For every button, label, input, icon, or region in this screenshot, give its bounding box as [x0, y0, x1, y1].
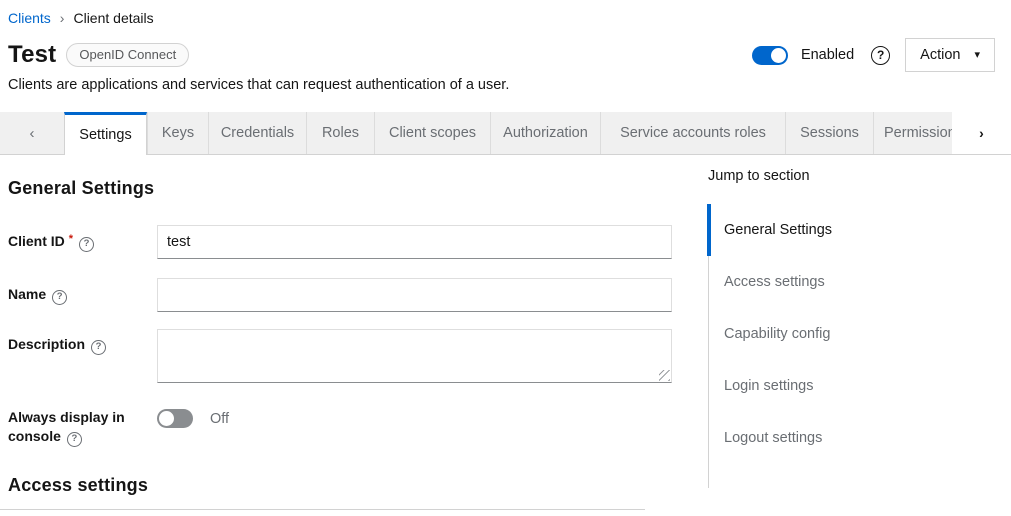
name-label: Name?	[8, 285, 157, 305]
always-display-state-label: Off	[210, 411, 229, 427]
jump-link-general-settings[interactable]: General Settings	[707, 204, 968, 256]
client-description-text: Clients are applications and services th…	[0, 77, 1011, 93]
breadcrumb-current: Client details	[73, 10, 153, 26]
client-id-label-text: Client ID	[8, 233, 65, 249]
breadcrumb-link-clients[interactable]: Clients	[8, 10, 51, 26]
enabled-toggle[interactable]	[752, 46, 788, 65]
toggle-knob	[159, 411, 174, 426]
jump-to-section-title: Jump to section	[708, 168, 968, 184]
jump-links-list: General Settings Access settings Capabil…	[708, 204, 968, 488]
name-input[interactable]	[157, 278, 672, 312]
protocol-badge: OpenID Connect	[66, 43, 189, 67]
description-row: Description?	[8, 329, 672, 383]
tab-client-scopes[interactable]: Client scopes	[374, 112, 490, 154]
client-tabs: ‹ Settings Keys Credentials Roles Client…	[0, 112, 1011, 155]
tab-sessions[interactable]: Sessions	[785, 112, 873, 154]
always-display-label: Always display in console?	[8, 408, 130, 447]
client-id-input[interactable]	[157, 225, 672, 259]
chevron-left-icon: ‹	[30, 125, 35, 142]
help-icon[interactable]: ?	[871, 46, 890, 65]
tab-permissions[interactable]: Permissions	[873, 112, 952, 154]
jump-link-capability-config[interactable]: Capability config	[709, 308, 968, 360]
description-help-icon[interactable]: ?	[91, 340, 106, 355]
section-divider	[0, 509, 645, 510]
always-display-toggle[interactable]	[157, 409, 193, 428]
tab-credentials[interactable]: Credentials	[208, 112, 306, 154]
always-display-row: Always display in console? Off	[8, 408, 672, 447]
action-dropdown-label: Action	[920, 47, 960, 63]
name-help-icon[interactable]: ?	[52, 290, 67, 305]
description-label: Description?	[8, 329, 157, 355]
general-settings-heading: General Settings	[8, 178, 672, 199]
tabs-scroll-left-button[interactable]: ‹	[0, 112, 64, 154]
caret-down-icon: ▾	[974, 50, 980, 61]
jump-link-logout-settings[interactable]: Logout settings	[709, 412, 968, 464]
jump-link-login-settings[interactable]: Login settings	[709, 360, 968, 412]
chevron-right-icon: ›	[979, 125, 984, 141]
tab-settings[interactable]: Settings	[64, 112, 147, 155]
page-title: Test	[8, 41, 56, 69]
client-id-help-icon[interactable]: ?	[79, 237, 94, 252]
settings-form: General Settings Client ID *? Name? Descr…	[0, 155, 672, 510]
breadcrumb: Clients › Client details	[0, 0, 1011, 26]
tab-roles[interactable]: Roles	[306, 112, 374, 154]
action-dropdown-button[interactable]: Action ▾	[905, 38, 995, 72]
jump-link-access-settings[interactable]: Access settings	[709, 256, 968, 308]
description-textarea[interactable]	[157, 329, 672, 383]
description-label-text: Description	[8, 336, 85, 352]
always-display-help-icon[interactable]: ?	[67, 432, 82, 447]
textarea-resize-handle[interactable]	[659, 370, 670, 381]
tabs-scroll-right-button[interactable]: ›	[952, 112, 1011, 154]
name-label-text: Name	[8, 286, 46, 302]
tab-authorization[interactable]: Authorization	[490, 112, 600, 154]
enabled-toggle-label: Enabled	[801, 47, 854, 63]
client-id-row: Client ID *?	[8, 225, 672, 259]
settings-tab-content: General Settings Client ID *? Name? Descr…	[0, 155, 1011, 510]
tab-keys[interactable]: Keys	[147, 112, 208, 154]
client-id-label: Client ID *?	[8, 232, 157, 252]
toggle-knob	[771, 48, 786, 63]
tab-service-accounts-roles[interactable]: Service accounts roles	[600, 112, 785, 154]
required-indicator: *	[69, 233, 73, 245]
breadcrumb-separator-icon: ›	[60, 10, 65, 26]
jump-to-section-nav: Jump to section General Settings Access …	[708, 155, 968, 488]
client-header: Test OpenID Connect Enabled ? Action ▾	[0, 38, 1011, 72]
access-settings-heading: Access settings	[8, 475, 672, 496]
name-row: Name?	[8, 278, 672, 312]
